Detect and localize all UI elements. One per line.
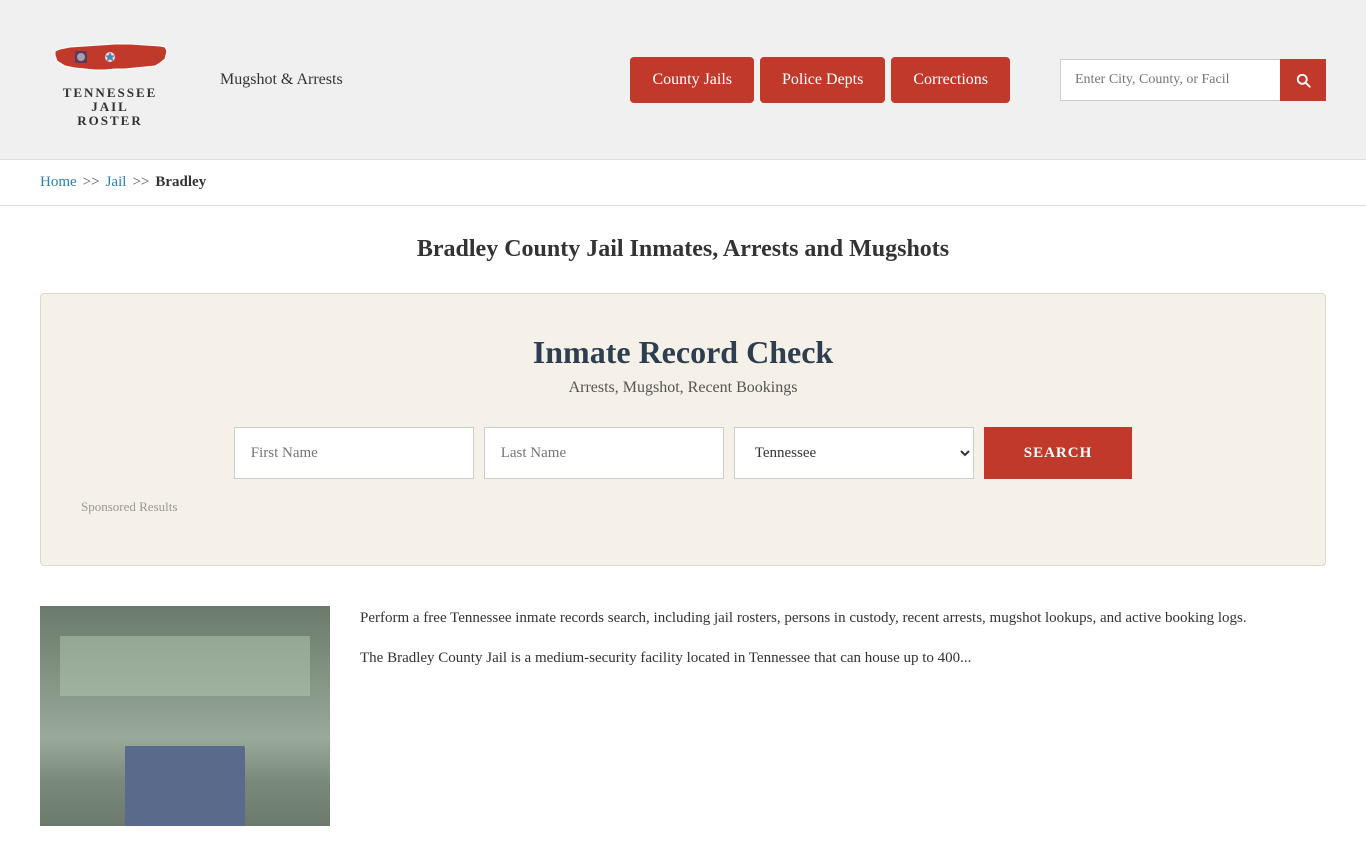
breadcrumb-sep2: >> [132,174,149,191]
site-header: TENNESSEE JAIL ROSTER Mugshot & Arrests … [0,0,1366,160]
breadcrumb-jail[interactable]: Jail [106,174,127,191]
tennessee-map-logo [45,31,175,86]
breadcrumb-current: Bradley [155,174,206,191]
mugshot-arrests-link[interactable]: Mugshot & Arrests [220,71,343,89]
description-para2: The Bradley County Jail is a medium-secu… [360,646,1326,672]
record-search-button[interactable]: SEARCH [984,427,1133,479]
logo-text: TENNESSEE JAIL ROSTER [63,86,158,129]
record-check-title: Inmate Record Check [71,334,1295,371]
search-icon [1294,71,1312,89]
main-content: Bradley County Jail Inmates, Arrests and… [0,206,1366,856]
first-name-input[interactable] [234,427,474,479]
header-search-area [1060,59,1326,101]
jail-image-inner [40,606,330,826]
police-depts-button[interactable]: Police Depts [760,57,885,103]
record-check-subtitle: Arrests, Mugshot, Recent Bookings [71,379,1295,397]
breadcrumb-bar: Home >> Jail >> Bradley [0,160,1366,206]
county-jails-button[interactable]: County Jails [630,57,754,103]
record-check-box: Inmate Record Check Arrests, Mugshot, Re… [40,293,1326,566]
sponsored-label: Sponsored Results [71,499,1295,515]
state-select[interactable]: Tennessee Alabama Georgia Kentucky Missi… [734,427,974,479]
header-search-button[interactable] [1280,59,1326,101]
logo-line2: JAIL [63,100,158,114]
header-search-input[interactable] [1060,59,1280,101]
logo-line1: TENNESSEE [63,86,158,100]
page-title: Bradley County Jail Inmates, Arrests and… [40,236,1326,263]
description-para1: Perform a free Tennessee inmate records … [360,606,1326,632]
breadcrumb-sep1: >> [83,174,100,191]
record-check-form: Tennessee Alabama Georgia Kentucky Missi… [71,427,1295,479]
description-text: Perform a free Tennessee inmate records … [360,606,1326,826]
logo-area: TENNESSEE JAIL ROSTER [40,31,180,129]
breadcrumb-home[interactable]: Home [40,174,77,191]
logo-line3: ROSTER [63,114,158,128]
breadcrumb: Home >> Jail >> Bradley [40,174,1326,191]
jail-building-image [40,606,330,826]
corrections-button[interactable]: Corrections [891,57,1010,103]
nav-buttons: County Jails Police Depts Corrections [630,57,1010,103]
last-name-input[interactable] [484,427,724,479]
bottom-section: Perform a free Tennessee inmate records … [40,596,1326,826]
